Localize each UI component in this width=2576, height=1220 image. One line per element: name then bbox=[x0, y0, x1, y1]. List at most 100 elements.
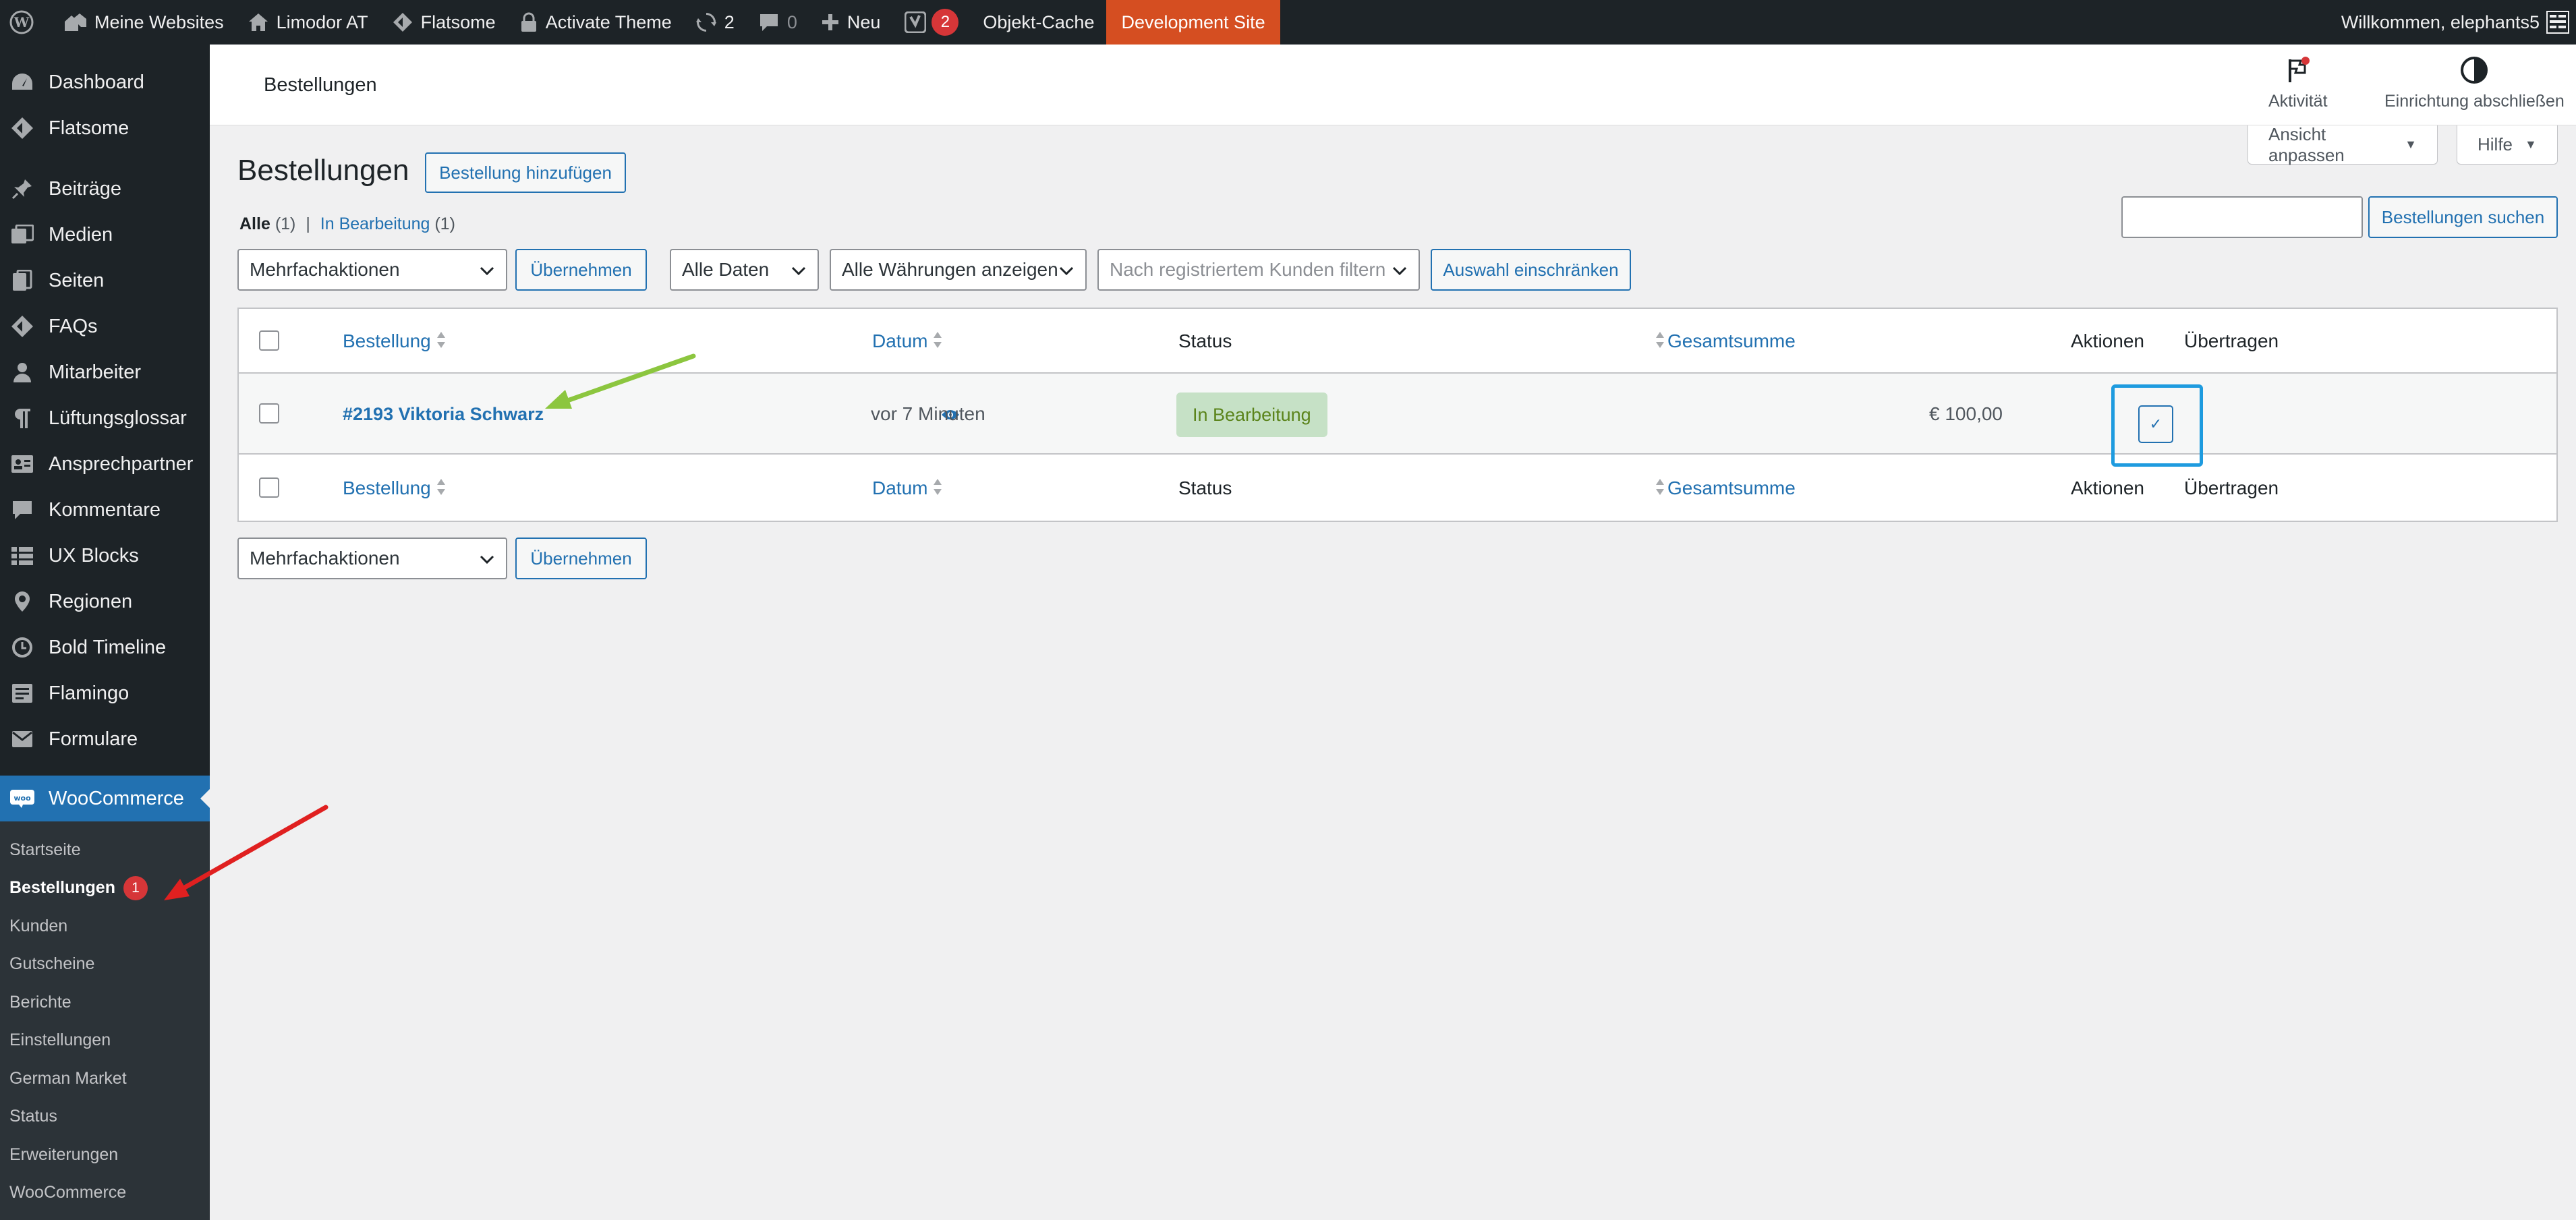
wp-logo-button[interactable]: W bbox=[0, 0, 51, 45]
column-header-total[interactable]: Gesamtsumme bbox=[1655, 330, 1796, 354]
column-footer-order[interactable]: Bestellung bbox=[343, 477, 446, 501]
my-account-menu[interactable]: Willkommen, elephants5 bbox=[2329, 0, 2572, 45]
comments-link[interactable]: 0 bbox=[747, 0, 809, 45]
sidebar-item-label: UX Blocks bbox=[49, 544, 139, 567]
column-header-label: Gesamtsumme bbox=[1667, 330, 1796, 351]
currency-filter-select[interactable]: Alle Währungen anzeigen bbox=[830, 249, 1087, 291]
sort-icon bbox=[1655, 477, 1665, 501]
column-footer-total[interactable]: Gesamtsumme bbox=[1655, 477, 1796, 501]
sidebar-item-dashboard[interactable]: Dashboard bbox=[0, 59, 210, 105]
sidebar-item-label: Seiten bbox=[49, 269, 105, 291]
add-order-button[interactable]: Bestellung hinzufügen bbox=[425, 152, 626, 193]
red-annotation-arrow bbox=[164, 805, 328, 900]
lock-icon bbox=[520, 12, 538, 32]
order-search-input[interactable] bbox=[2121, 196, 2363, 238]
customer-filter-select[interactable]: Nach registriertem Kunden filtern bbox=[1097, 249, 1420, 291]
submenu-item-reports[interactable]: Berichte bbox=[0, 983, 210, 1022]
bulk-actions-select[interactable]: Mehrfachaktionen bbox=[237, 249, 507, 291]
sidebar-item-faqs[interactable]: FAQs bbox=[0, 303, 210, 349]
column-header-status: Status bbox=[1178, 330, 1232, 351]
sidebar-item-ux-blocks[interactable]: UX Blocks bbox=[0, 533, 210, 579]
media-icon bbox=[7, 219, 38, 250]
submenu-item-label: WooCommerce bbox=[9, 1183, 127, 1202]
dashboard-icon bbox=[7, 67, 38, 98]
sidebar-item-employees[interactable]: Mitarbeiter bbox=[0, 349, 210, 395]
column-header-label: Bestellung bbox=[343, 330, 431, 351]
submenu-item-label: Erweiterungen bbox=[9, 1144, 119, 1164]
development-site-badge[interactable]: Development Site bbox=[1106, 0, 1280, 45]
flatsome-menu[interactable]: Flatsome bbox=[380, 0, 508, 45]
order-link[interactable]: #2193 Viktoria Schwarz bbox=[343, 403, 544, 425]
sidebar-item-glossary[interactable]: Lüftungsglossar bbox=[0, 395, 210, 441]
column-footer-actions: Aktionen bbox=[2071, 477, 2144, 498]
select-all-checkbox[interactable] bbox=[259, 330, 279, 351]
column-footer-label: Datum bbox=[872, 477, 928, 498]
complete-order-button[interactable]: ✓ bbox=[2138, 405, 2173, 443]
object-cache-menu[interactable]: Objekt-Cache bbox=[971, 0, 1106, 45]
sidebar-item-media[interactable]: Medien bbox=[0, 212, 210, 258]
plus-icon bbox=[822, 13, 839, 31]
submenu-item-label: Status bbox=[9, 1107, 57, 1126]
filter-button[interactable]: Auswahl einschränken bbox=[1431, 249, 1631, 291]
submenu-item-woocommerce[interactable]: WooCommerce bbox=[0, 1174, 210, 1213]
site-name-menu[interactable]: Limodor AT bbox=[236, 0, 380, 45]
yoast-menu[interactable]: 2 bbox=[892, 0, 971, 45]
sidebar-item-posts[interactable]: Beiträge bbox=[0, 166, 210, 212]
svg-text:W: W bbox=[13, 14, 30, 30]
home-multi-icon bbox=[63, 12, 86, 32]
sidebar-item-label: Beiträge bbox=[49, 177, 122, 200]
submenu-item-settings[interactable]: Einstellungen bbox=[0, 1022, 210, 1060]
chevron-down-icon bbox=[791, 266, 806, 276]
sidebar-item-bold-timeline[interactable]: Bold Timeline bbox=[0, 624, 210, 670]
apply-bulk-action-button-bottom[interactable]: Übernehmen bbox=[515, 538, 647, 579]
date-filter-select[interactable]: Alle Daten bbox=[670, 249, 819, 291]
help-button[interactable]: Hilfe ▼ bbox=[2457, 125, 2558, 165]
submenu-item-customers[interactable]: Kunden bbox=[0, 907, 210, 946]
select-all-checkbox-footer[interactable] bbox=[259, 477, 279, 498]
sidebar-item-forms[interactable]: Formulare bbox=[0, 716, 210, 762]
flag-icon bbox=[2288, 57, 2310, 82]
sidebar-item-flatsome[interactable]: Flatsome bbox=[0, 105, 210, 151]
sidebar-item-pages[interactable]: Seiten bbox=[0, 258, 210, 303]
activity-button[interactable]: Aktivität bbox=[2268, 55, 2328, 111]
bulk-actions-select-bottom[interactable]: Mehrfachaktionen bbox=[237, 538, 507, 579]
filter-processing-link[interactable]: In Bearbeitung bbox=[320, 214, 430, 233]
column-footer-label: Bestellung bbox=[343, 477, 431, 498]
submenu-item-coupons[interactable]: Gutscheine bbox=[0, 946, 210, 984]
svg-text:woo: woo bbox=[13, 794, 31, 803]
submenu-item-label: Kunden bbox=[9, 916, 68, 935]
sidebar-item-regions[interactable]: Regionen bbox=[0, 579, 210, 624]
search-orders-button[interactable]: Bestellungen suchen bbox=[2368, 196, 2558, 238]
activity-label: Aktivität bbox=[2268, 92, 2328, 111]
filter-all-link[interactable]: Alle bbox=[239, 214, 270, 233]
submenu-item-status[interactable]: Status bbox=[0, 1098, 210, 1136]
avatar bbox=[2546, 11, 2569, 34]
sidebar-item-contacts[interactable]: Ansprechpartner bbox=[0, 441, 210, 487]
sidebar-item-flamingo[interactable]: Flamingo bbox=[0, 670, 210, 716]
finish-setup-button[interactable]: Einrichtung abschließen bbox=[2384, 55, 2565, 111]
location-icon bbox=[7, 586, 38, 617]
updates-link[interactable]: 2 bbox=[684, 0, 747, 45]
customize-view-button[interactable]: Ansicht anpassen ▼ bbox=[2248, 124, 2438, 165]
submenu-item-extensions[interactable]: Erweiterungen bbox=[0, 1136, 210, 1174]
new-content-menu[interactable]: Neu bbox=[809, 0, 893, 45]
my-sites-menu[interactable]: Meine Websites bbox=[51, 0, 236, 45]
sidebar-item-comments[interactable]: Kommentare bbox=[0, 487, 210, 533]
submenu-item-label: Bestellungen bbox=[9, 878, 115, 898]
column-header-order[interactable]: Bestellung bbox=[343, 330, 446, 354]
sidebar-item-label: Ansprechpartner bbox=[49, 453, 194, 475]
activate-theme-link[interactable]: Activate Theme bbox=[508, 0, 684, 45]
row-checkbox[interactable] bbox=[259, 403, 279, 424]
apply-bulk-action-button[interactable]: Übernehmen bbox=[515, 249, 647, 291]
submenu-item-german-market[interactable]: German Market bbox=[0, 1059, 210, 1098]
column-footer-label: Gesamtsumme bbox=[1667, 477, 1796, 498]
order-link-label: #2193 Viktoria Schwarz bbox=[343, 404, 544, 424]
admin-sidebar: Dashboard Flatsome Beiträge Medien Seite… bbox=[0, 45, 210, 1220]
home-icon bbox=[248, 12, 268, 32]
activate-theme-label: Activate Theme bbox=[545, 11, 672, 32]
sort-icon bbox=[436, 330, 446, 354]
comment-icon bbox=[759, 13, 779, 32]
column-header-date[interactable]: Datum bbox=[872, 330, 942, 354]
column-footer-date[interactable]: Datum bbox=[872, 477, 942, 501]
filter-processing-count: (1) bbox=[434, 214, 455, 233]
